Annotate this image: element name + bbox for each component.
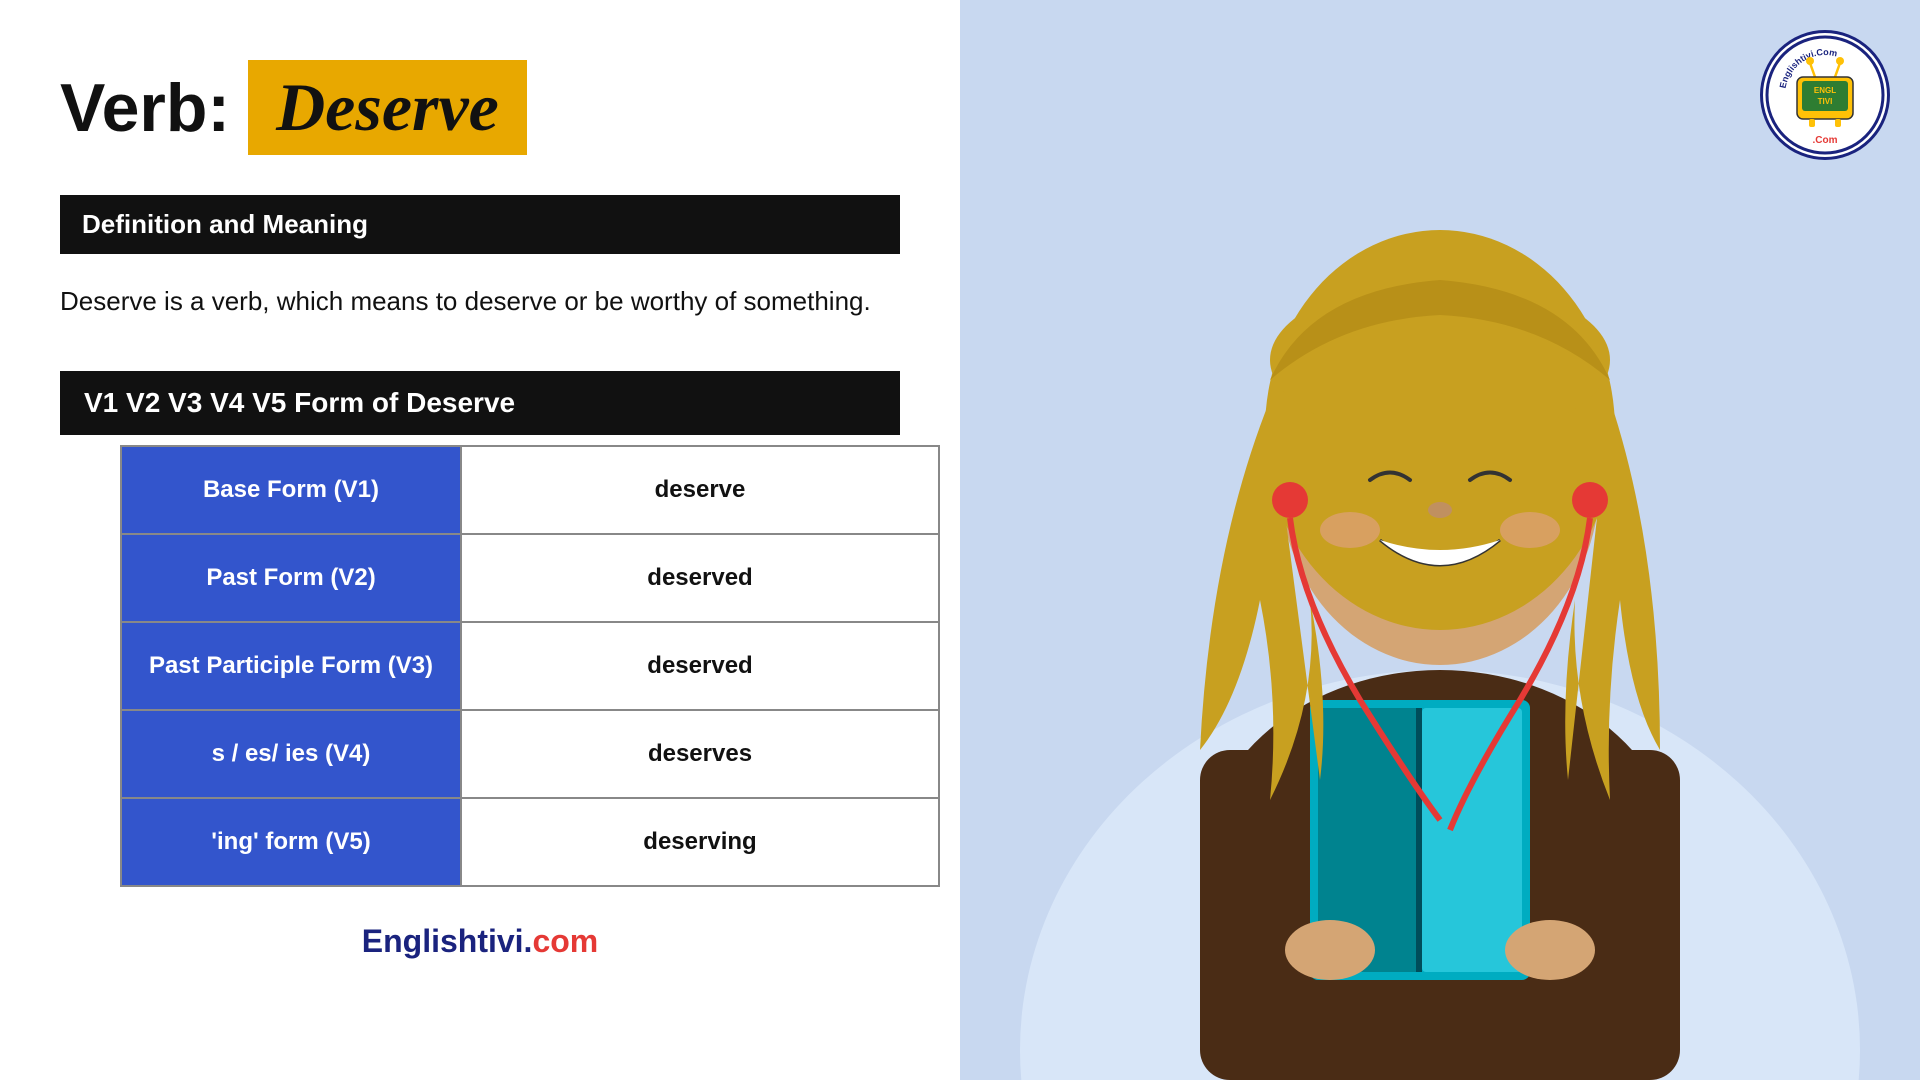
definition-text: Deserve is a verb, which means to deserv… bbox=[60, 282, 900, 321]
form-value-cell: deserved bbox=[461, 622, 939, 710]
table-row: 'ing' form (V5)deserving bbox=[121, 798, 939, 886]
table-row: Base Form (V1)deserve bbox=[121, 446, 939, 534]
right-panel: Englishtivi.Com ENGL TIVI bbox=[960, 0, 1920, 1080]
svg-text:TIVI: TIVI bbox=[1818, 97, 1833, 106]
svg-text:.Com: .Com bbox=[1813, 135, 1838, 146]
form-label-cell: s / es/ ies (V4) bbox=[121, 710, 461, 798]
left-panel: Verb: Deserve Definition and Meaning Des… bbox=[0, 0, 960, 1080]
logo-circle: Englishtivi.Com ENGL TIVI bbox=[1760, 30, 1890, 160]
logo-svg: Englishtivi.Com ENGL TIVI bbox=[1765, 35, 1885, 155]
form-label-cell: Base Form (V1) bbox=[121, 446, 461, 534]
table-row: Past Form (V2)deserved bbox=[121, 534, 939, 622]
verb-word-highlight: Deserve bbox=[248, 60, 527, 155]
form-label-cell: Past Participle Form (V3) bbox=[121, 622, 461, 710]
forms-heading: V1 V2 V3 V4 V5 Form of Deserve bbox=[60, 371, 900, 435]
form-value-cell: deserve bbox=[461, 446, 939, 534]
woman-illustration bbox=[960, 0, 1920, 1080]
title-row: Verb: Deserve bbox=[60, 60, 900, 155]
forms-table: Base Form (V1)deservePast Form (V2)deser… bbox=[120, 445, 940, 887]
brand-dark-text: Englishtivi bbox=[362, 923, 524, 959]
logo-inner: Englishtivi.Com ENGL TIVI bbox=[1763, 33, 1887, 157]
woman-image-placeholder bbox=[960, 0, 1920, 1080]
table-row: Past Participle Form (V3)deserved bbox=[121, 622, 939, 710]
form-value-cell: deserved bbox=[461, 534, 939, 622]
verb-prefix-label: Verb: bbox=[60, 69, 230, 147]
definition-heading: Definition and Meaning bbox=[60, 195, 900, 254]
footer-brand: Englishtivi.com bbox=[60, 923, 900, 960]
form-label-cell: Past Form (V2) bbox=[121, 534, 461, 622]
svg-text:ENGL: ENGL bbox=[1814, 86, 1836, 95]
form-value-cell: deserving bbox=[461, 798, 939, 886]
form-value-cell: deserves bbox=[461, 710, 939, 798]
table-row: s / es/ ies (V4)deserves bbox=[121, 710, 939, 798]
brand-red-text: com bbox=[532, 923, 598, 959]
form-label-cell: 'ing' form (V5) bbox=[121, 798, 461, 886]
